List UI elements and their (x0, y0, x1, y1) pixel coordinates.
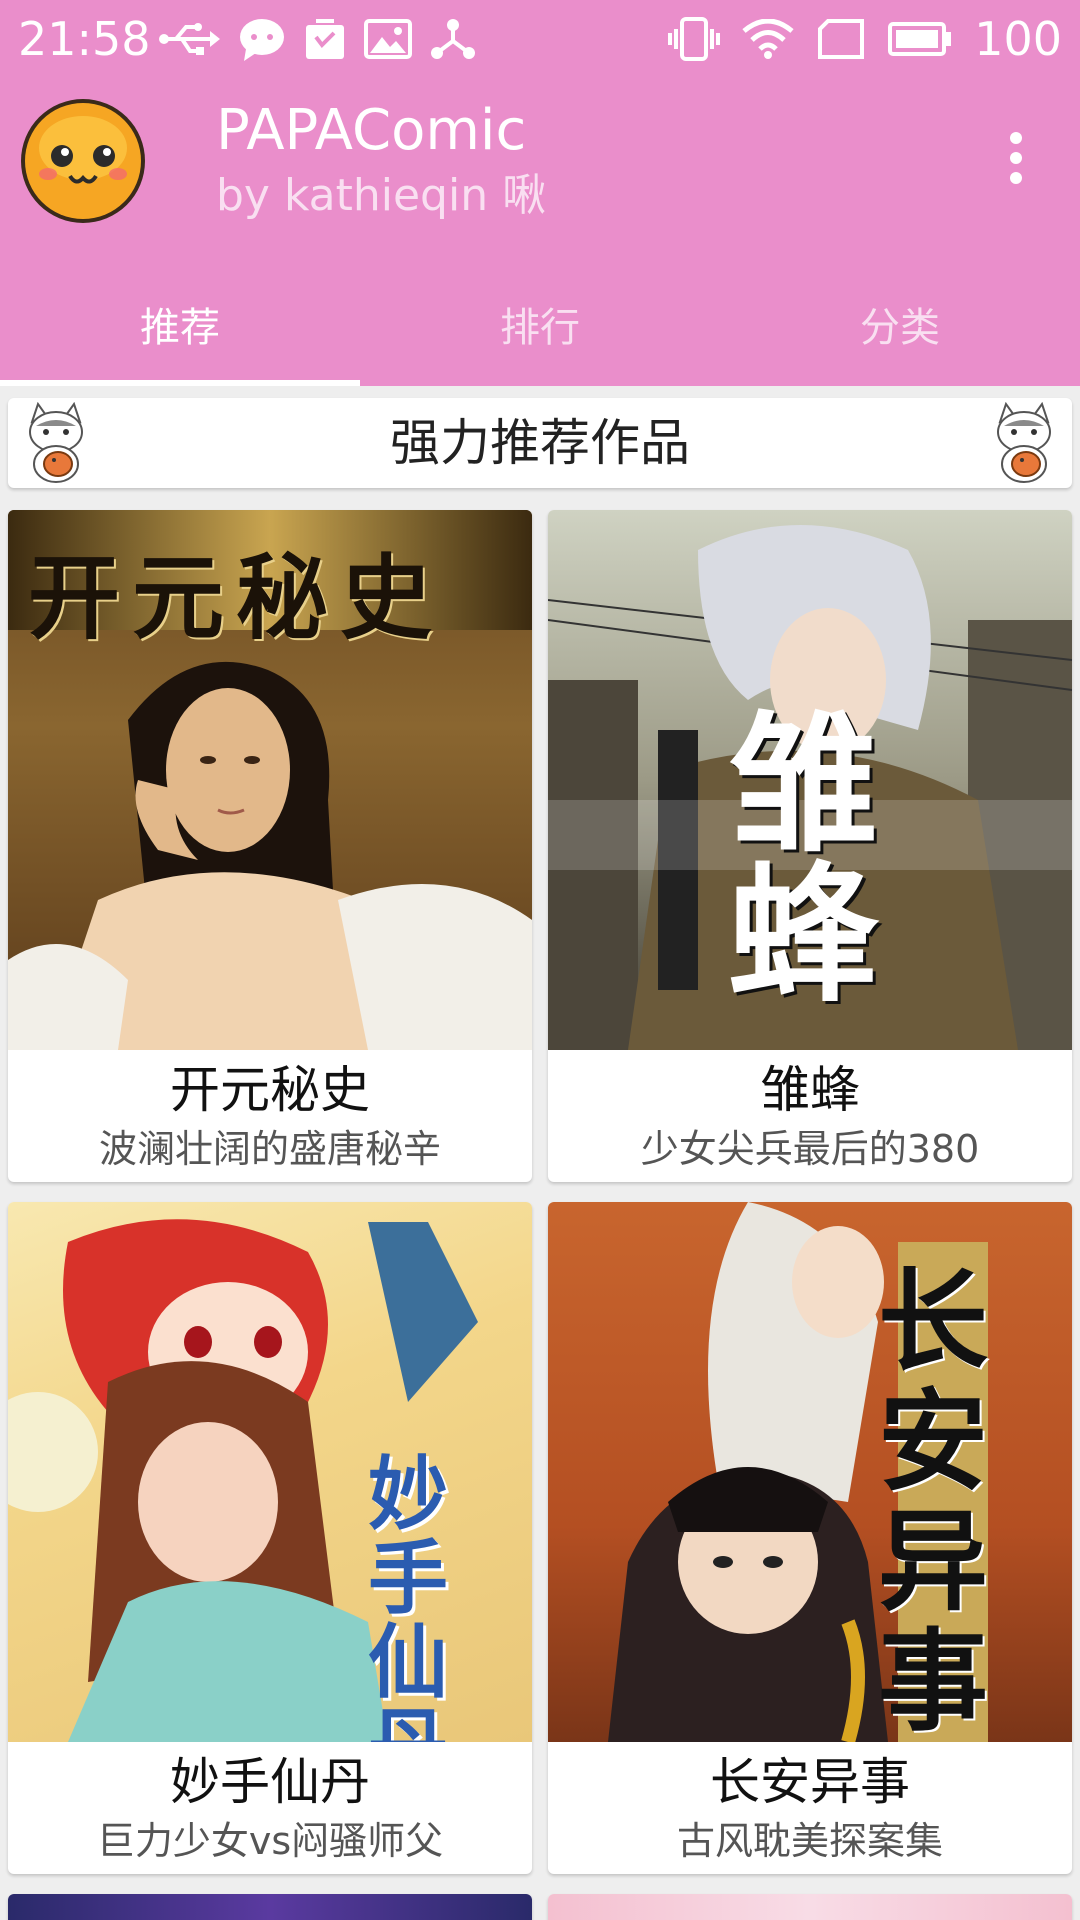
comic-name: 妙手仙丹 (170, 1753, 370, 1811)
share-icon (430, 17, 476, 61)
more-vert-icon (1010, 132, 1022, 184)
system-icons: 100 (668, 10, 1062, 68)
comic-description: 巨力少女vs闷骚师父 (96, 1819, 444, 1863)
tab-recommend[interactable]: 推荐 (0, 262, 360, 386)
comic-cover[interactable]: 雏蜂 (548, 510, 1072, 1050)
comic-description: 少女尖兵最后的380 (640, 1127, 980, 1171)
comic-card-chufeng[interactable]: 雏蜂 雏蜂 少女尖兵最后的380 (548, 510, 1072, 1182)
app-header: 21:58 100 PAPAComic by kathieqin 啾 推荐 排行… (0, 0, 1080, 386)
comic-card-next-left[interactable] (8, 1894, 532, 1920)
status-time: 21:58 (18, 12, 151, 66)
sim-icon (816, 19, 866, 59)
bag-icon (304, 17, 346, 61)
app-logo-avatar[interactable] (18, 96, 148, 226)
usb-icon (158, 19, 220, 59)
comic-description: 波澜壮阔的盛唐秘辛 (98, 1127, 441, 1171)
comic-card-miaoshou[interactable]: 妙手仙丹 妙手仙丹 巨力少女vs闷骚师父 (8, 1202, 532, 1874)
battery-level: 100 (974, 12, 1062, 66)
section-header: 强力推荐作品 (8, 398, 1072, 488)
battery-icon (888, 22, 952, 56)
tab-category[interactable]: 分类 (720, 262, 1080, 386)
comic-name: 开元秘史 (170, 1061, 370, 1119)
toolbar: PAPAComic by kathieqin 啾 (0, 78, 1080, 242)
comic-name: 长安异事 (710, 1753, 910, 1811)
notification-icons (158, 14, 476, 64)
app-subtitle: by kathieqin 啾 (216, 170, 547, 221)
comic-card-changan[interactable]: 长安异事 长安异事 古风耽美探案集 (548, 1202, 1072, 1874)
wifi-icon (742, 19, 794, 59)
chat-icon (238, 17, 286, 61)
cat-mascot-icon (992, 401, 1056, 484)
image-icon (364, 19, 412, 59)
comic-cover[interactable]: 长安异事 (548, 1202, 1072, 1742)
status-bar: 21:58 100 (0, 0, 1080, 78)
app-title: PAPAComic (216, 98, 527, 163)
cover-title-art: 雏蜂 (728, 697, 879, 1023)
comic-cover[interactable] (8, 1894, 532, 1920)
comic-cover[interactable]: 开元秘史 (8, 510, 532, 1050)
app-root: 21:58 100 PAPAComic by kathieqin 啾 推荐 排行… (0, 0, 1080, 1920)
cover-title-art: 长安异事 (878, 1257, 988, 1742)
more-options-button[interactable] (980, 122, 1052, 194)
comic-card-next-right[interactable] (548, 1894, 1072, 1920)
tab-ranking[interactable]: 排行 (360, 262, 720, 386)
tab-bar: 推荐 排行 分类 (0, 262, 1080, 386)
section-title: 强力推荐作品 (390, 414, 690, 472)
comic-description: 古风耽美探案集 (676, 1819, 943, 1863)
vibrate-icon (668, 17, 721, 61)
comic-name: 雏蜂 (760, 1061, 860, 1119)
comic-cover[interactable] (548, 1894, 1072, 1920)
cover-title-art: 妙手仙丹 (368, 1447, 448, 1742)
comic-cover[interactable]: 妙手仙丹 (8, 1202, 532, 1742)
comic-card-kaiyuan[interactable]: 开元秘史 开元秘史 波澜壮阔的盛唐秘辛 (8, 510, 532, 1182)
